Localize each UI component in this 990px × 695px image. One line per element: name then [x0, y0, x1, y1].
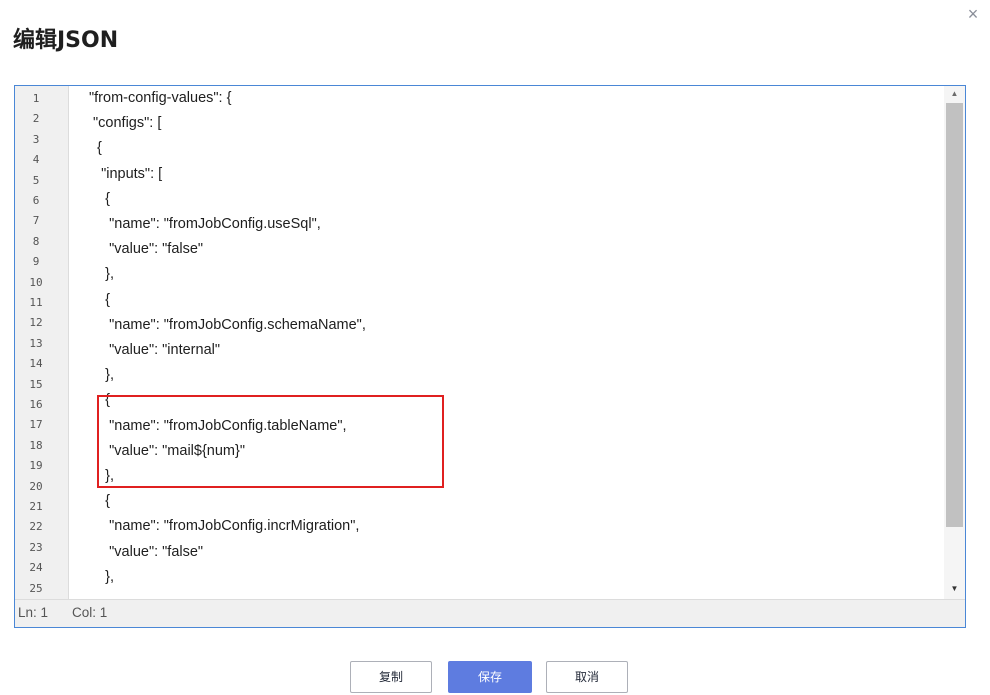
code-line: "value": "internal": [89, 342, 221, 358]
line-number: 14: [29, 357, 43, 371]
line-number: 18: [29, 438, 43, 452]
line-number: 17: [29, 418, 43, 432]
line-number: 10: [29, 275, 43, 289]
code-line: },: [89, 266, 114, 283]
line-number: 25: [29, 581, 43, 595]
cancel-button[interactable]: 取消: [546, 661, 628, 693]
line-number: 2: [32, 112, 40, 126]
line-number: 1: [32, 92, 40, 105]
code-line: "value": "false": [89, 241, 204, 258]
close-icon[interactable]: ×: [961, 2, 985, 26]
line-number: 6: [32, 194, 40, 207]
line-number: 5: [32, 173, 40, 187]
vertical-scrollbar[interactable]: ▲ ▼: [944, 86, 965, 599]
code-line: {: [89, 140, 102, 157]
line-number: 12: [29, 316, 43, 330]
scroll-down-icon[interactable]: ▼: [944, 581, 965, 597]
code-line: },: [89, 367, 114, 384]
code-line: "name": "fromJobConfig.incrMigration",: [89, 518, 360, 535]
line-number: 11: [29, 296, 43, 309]
scroll-up-icon[interactable]: ▲: [944, 86, 965, 102]
line-number: 9: [32, 255, 40, 269]
status-line: Ln: 1: [18, 605, 49, 620]
code-line: "from-config-values": {: [89, 90, 232, 106]
line-number: 15: [29, 377, 43, 391]
code-line: "inputs": [: [89, 165, 163, 182]
code-line: {: [89, 190, 110, 207]
code-line: {: [89, 291, 110, 308]
code-line: "name": "fromJobConfig.useSql",: [89, 216, 321, 232]
line-number: 20: [29, 479, 43, 493]
line-number: 4: [32, 153, 40, 167]
line-number: 8: [32, 234, 40, 248]
json-editor[interactable]: 1 2 3 4 5 6 7 8 9 10 11 12 13 14 15 16 17 18 19 20 21 22 23 24 2…: [14, 85, 966, 628]
line-number: 13: [29, 336, 43, 350]
copy-button[interactable]: 复制: [350, 661, 432, 693]
code-line: "name": "fromJobConfig.schemaName",: [89, 316, 366, 333]
dialog-title: 编辑JSON: [13, 28, 119, 53]
editor-status-bar: Ln: 1 Col: 1: [15, 599, 965, 627]
status-column: Col: 1: [72, 605, 108, 620]
line-number: 3: [32, 132, 40, 146]
code-line: "configs": [: [89, 115, 162, 132]
line-number: 19: [29, 459, 43, 473]
save-button[interactable]: 保存: [448, 661, 532, 693]
line-number: 22: [29, 520, 43, 534]
line-number: 24: [29, 561, 43, 575]
highlight-annotation-box: [97, 395, 444, 488]
line-number-gutter: 1 2 3 4 5 6 7 8 9 10 11 12 13 14 15 16 17 18 19 20 21 22 23 24 2…: [15, 86, 69, 599]
code-line: {: [89, 493, 110, 510]
scrollbar-thumb[interactable]: [946, 103, 963, 527]
line-number: 7: [32, 214, 40, 228]
line-number: 16: [29, 398, 43, 411]
code-line: "value": "false": [89, 543, 204, 560]
code-line: },: [89, 568, 114, 585]
line-number: 21: [29, 500, 43, 513]
line-number: 23: [29, 540, 43, 554]
